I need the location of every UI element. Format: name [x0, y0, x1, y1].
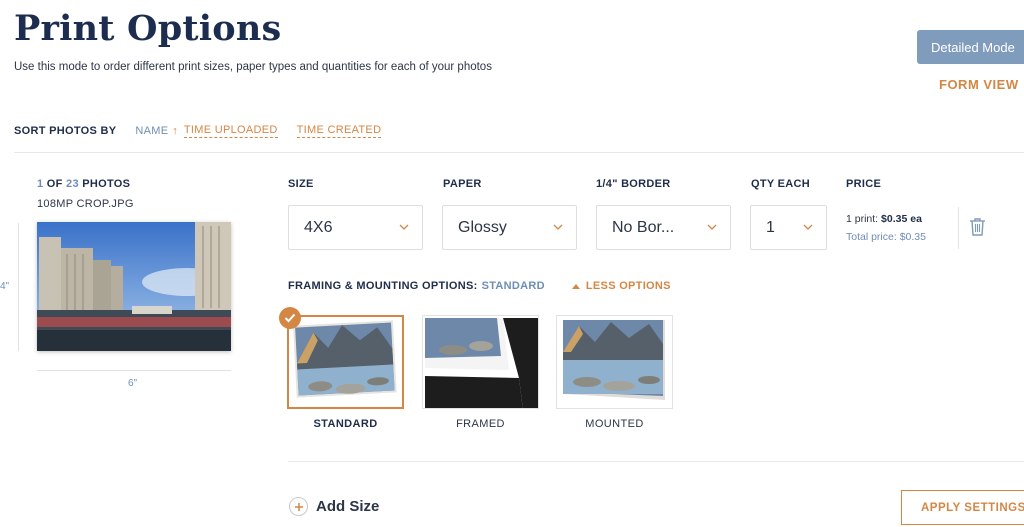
less-options-toggle[interactable]: LESS OPTIONS — [571, 280, 671, 292]
check-icon — [279, 307, 301, 329]
chevron-down-icon — [803, 224, 813, 230]
framing-option-standard-label: STANDARD — [313, 418, 378, 430]
framing-label: FRAMING & MOUNTING OPTIONS: — [288, 280, 478, 292]
less-options-label: LESS OPTIONS — [585, 280, 671, 292]
divider — [14, 152, 1024, 153]
sort-bar: SORT PHOTOS BY NAME ↑ TIME UPLOADED TIME… — [14, 124, 382, 138]
height-dimension-line — [18, 223, 19, 351]
paper-select-value: Glossy — [458, 218, 507, 236]
photo-filename: 108MP CROP.JPG — [37, 198, 134, 210]
framing-options-header: FRAMING & MOUNTING OPTIONS: STANDARD LES… — [288, 280, 671, 292]
qty-column-label: QTY EACH — [751, 178, 811, 190]
framing-option-standard[interactable] — [287, 315, 404, 409]
chevron-down-icon — [707, 224, 717, 230]
border-column-label: 1/4" BORDER — [596, 178, 671, 190]
caret-up-icon — [571, 283, 580, 289]
per-print-price: 1 print: $0.35 ea — [846, 213, 922, 225]
photo-counter: 1 OF 23 PHOTOS — [37, 178, 130, 190]
qty-select-value: 1 — [766, 218, 775, 236]
apply-settings-button[interactable]: APPLY SETTINGS — [901, 490, 1024, 525]
paper-select[interactable]: Glossy — [442, 205, 577, 250]
photo-thumbnail[interactable] — [37, 222, 231, 351]
total-price-label: Total price: — [846, 231, 897, 243]
price-column-label: PRICE — [846, 178, 882, 190]
total-price-value: $0.35 — [899, 231, 926, 243]
size-select-value: 4X6 — [304, 218, 333, 236]
framing-option-mounted-label: MOUNTED — [585, 418, 644, 430]
trash-icon[interactable] — [968, 217, 987, 237]
photo-of-label: OF — [46, 178, 63, 190]
border-select-value: No Bor... — [612, 218, 675, 236]
add-size-button[interactable]: Add Size — [289, 497, 379, 516]
paper-column-label: PAPER — [443, 178, 482, 190]
framing-option-framed[interactable] — [422, 315, 539, 409]
plus-icon — [289, 497, 308, 516]
photo-current-number: 1 — [37, 178, 44, 190]
framing-selected-value: STANDARD — [481, 280, 545, 292]
page-title: Print Options — [14, 8, 282, 49]
qty-select[interactable]: 1 — [750, 205, 827, 250]
photos-label: PHOTOS — [82, 178, 131, 190]
per-print-label: 1 print: — [846, 213, 879, 225]
detailed-mode-button[interactable]: Detailed Mode — [917, 30, 1024, 64]
price-divider — [958, 207, 959, 249]
add-size-label: Add Size — [316, 498, 380, 515]
page-subtitle: Use this mode to order different print s… — [14, 61, 492, 73]
total-price: Total price: $0.35 — [846, 231, 926, 243]
photo-height-label: 4" — [0, 281, 10, 292]
form-view-link[interactable]: FORM VIEW — [939, 77, 1019, 92]
border-select[interactable]: No Bor... — [596, 205, 731, 250]
size-column-label: SIZE — [288, 178, 314, 190]
width-dimension-line — [37, 370, 231, 371]
sort-by-name-link[interactable]: NAME — [135, 125, 168, 137]
chevron-down-icon — [553, 224, 563, 230]
chevron-down-icon — [399, 224, 409, 230]
sort-by-time-uploaded-link[interactable]: TIME UPLOADED — [183, 124, 278, 138]
sort-arrow-up-icon[interactable]: ↑ — [172, 125, 178, 137]
framing-option-framed-label: FRAMED — [456, 418, 505, 430]
photo-total-number: 23 — [66, 178, 79, 190]
divider — [288, 461, 1024, 462]
per-print-value: $0.35 ea — [881, 213, 922, 225]
size-select[interactable]: 4X6 — [288, 205, 423, 250]
framing-option-mounted[interactable] — [556, 315, 673, 409]
sort-by-time-created-link[interactable]: TIME CREATED — [296, 124, 382, 138]
sort-label: SORT PHOTOS BY — [14, 125, 117, 137]
photo-width-label: 6" — [128, 378, 138, 389]
